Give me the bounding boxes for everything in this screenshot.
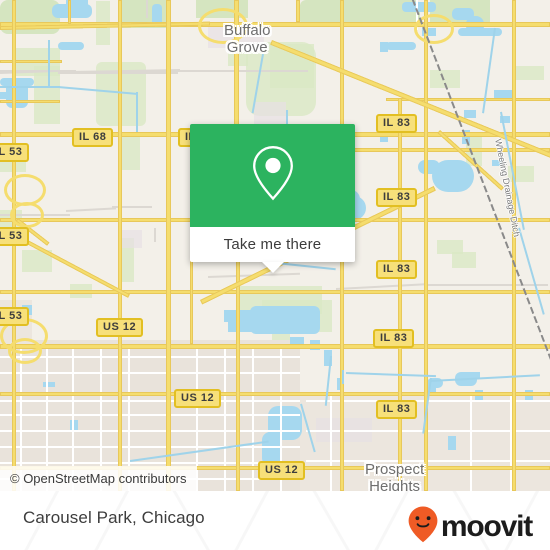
water-body [464,110,476,118]
location-pin-icon [250,144,296,207]
street [0,400,300,402]
highway-shield-us-12[interactable]: US 12 [174,389,222,408]
callout-image-area [190,124,355,227]
highway [512,0,516,491]
map-screenshot: Buffalo Grove Prospect Heights Wheeling … [0,0,550,550]
stream [136,92,138,132]
highway [118,0,122,491]
callout-action-bar[interactable]: Take me there [190,227,355,262]
street [0,414,300,416]
street [330,392,332,491]
place-label-line: Buffalo [224,22,271,39]
road [120,70,190,72]
place-label-prospect-heights: Prospect Heights [365,461,424,491]
map-canvas[interactable]: Buffalo Grove Prospect Heights Wheeling … [0,0,550,491]
highway [398,98,402,491]
moovit-brand[interactable]: moovit [407,505,533,548]
moovit-wordmark: moovit [440,509,533,543]
highway-shield-us-12[interactable]: US 12 [96,318,144,337]
highway-shield-il-68[interactable]: IL 68 [72,128,114,147]
map-attribution[interactable]: © OpenStreetMap contributors [0,466,197,491]
water-body [380,42,388,52]
street [0,372,300,374]
landuse-industrial [254,102,286,124]
highway [166,0,171,491]
highway-shield-il-83[interactable]: IL 83 [376,114,418,133]
water-body [58,42,84,50]
street [0,446,300,448]
footer-bar: Carousel Park, Chicago moovit [0,491,550,550]
stream [342,370,344,384]
place-label-buffalo-grove: Buffalo Grove [224,22,270,56]
location-title: Carousel Park, Chicago [23,508,205,527]
road [154,228,156,242]
highway [68,0,71,24]
moovit-pin-icon [407,505,439,548]
street [470,392,472,491]
street [0,430,300,432]
water-body [268,406,302,440]
landuse-green [120,136,140,170]
stream [0,86,60,88]
road [178,70,308,72]
place-label-line: Grove [226,39,268,56]
highway [296,0,300,22]
highway-shield-il-83[interactable]: IL 83 [376,400,418,419]
landuse-green [452,252,476,268]
highway-shield-us-12[interactable]: US 12 [258,461,306,480]
street [0,462,300,464]
highway-shield-il-53[interactable]: IL 53 [0,143,30,162]
highway [0,60,62,63]
water-body [402,2,436,12]
highway-shield-il-83[interactable]: IL 83 [373,329,415,348]
highway [0,100,60,103]
road [428,284,548,286]
road [146,0,148,18]
highway [0,344,550,349]
water-body [386,42,416,50]
location-callout[interactable]: Take me there [190,124,355,273]
water-body [432,160,474,192]
highway-shield-il-83[interactable]: IL 83 [376,260,418,279]
water-body [0,92,20,99]
callout-action-label: Take me there [223,236,322,253]
highway [0,290,550,294]
highway-shield-il-83[interactable]: IL 83 [376,188,418,207]
place-label-line: Heights [369,478,421,491]
water-body [43,382,55,387]
water-body [448,436,456,450]
street [0,356,300,358]
highway-shield-il-53[interactable]: IL 53 [0,227,30,246]
landuse-green [512,66,544,80]
highway [0,392,550,396]
stream [48,40,50,88]
callout-tail [262,262,284,273]
interchange-loop [8,338,42,364]
highway-shield-il-53[interactable]: IL 53 [0,307,30,326]
interchange-loop [10,202,44,228]
landuse-green [34,66,60,124]
place-label-line: Prospect [365,461,425,478]
